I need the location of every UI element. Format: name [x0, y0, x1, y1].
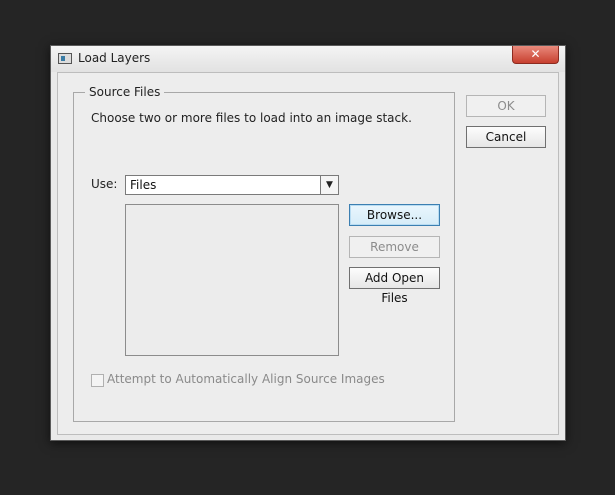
cancel-button[interactable]: Cancel — [466, 126, 546, 148]
align-images-label[interactable]: Attempt to Automatically Align Source Im… — [107, 372, 385, 386]
source-files-legend: Source Files — [85, 85, 165, 99]
source-files-list[interactable] — [125, 204, 339, 356]
dialog-body: Source Files Choose two or more files to… — [57, 72, 559, 435]
browse-button[interactable]: Browse... — [349, 204, 440, 226]
window-icon — [58, 53, 72, 64]
chevron-down-icon[interactable]: ▼ — [320, 176, 338, 194]
ok-button[interactable]: OK — [466, 95, 546, 117]
load-layers-dialog: Load Layers ✕ Source Files Choose two or… — [50, 45, 566, 441]
close-button[interactable]: ✕ — [512, 46, 559, 64]
use-dropdown[interactable]: Files ▼ — [125, 175, 339, 195]
align-images-checkbox[interactable] — [91, 374, 104, 387]
title-bar[interactable]: Load Layers ✕ — [51, 46, 565, 72]
window-icon-inner — [61, 56, 65, 61]
remove-button[interactable]: Remove — [349, 236, 440, 258]
use-dropdown-value: Files — [130, 178, 157, 192]
close-icon: ✕ — [530, 47, 541, 61]
instructions-text: Choose two or more files to load into an… — [91, 111, 412, 125]
window-title: Load Layers — [78, 51, 151, 65]
source-files-group: Source Files Choose two or more files to… — [73, 85, 455, 422]
add-open-files-button[interactable]: Add Open Files — [349, 267, 440, 305]
use-label: Use: — [91, 177, 118, 191]
